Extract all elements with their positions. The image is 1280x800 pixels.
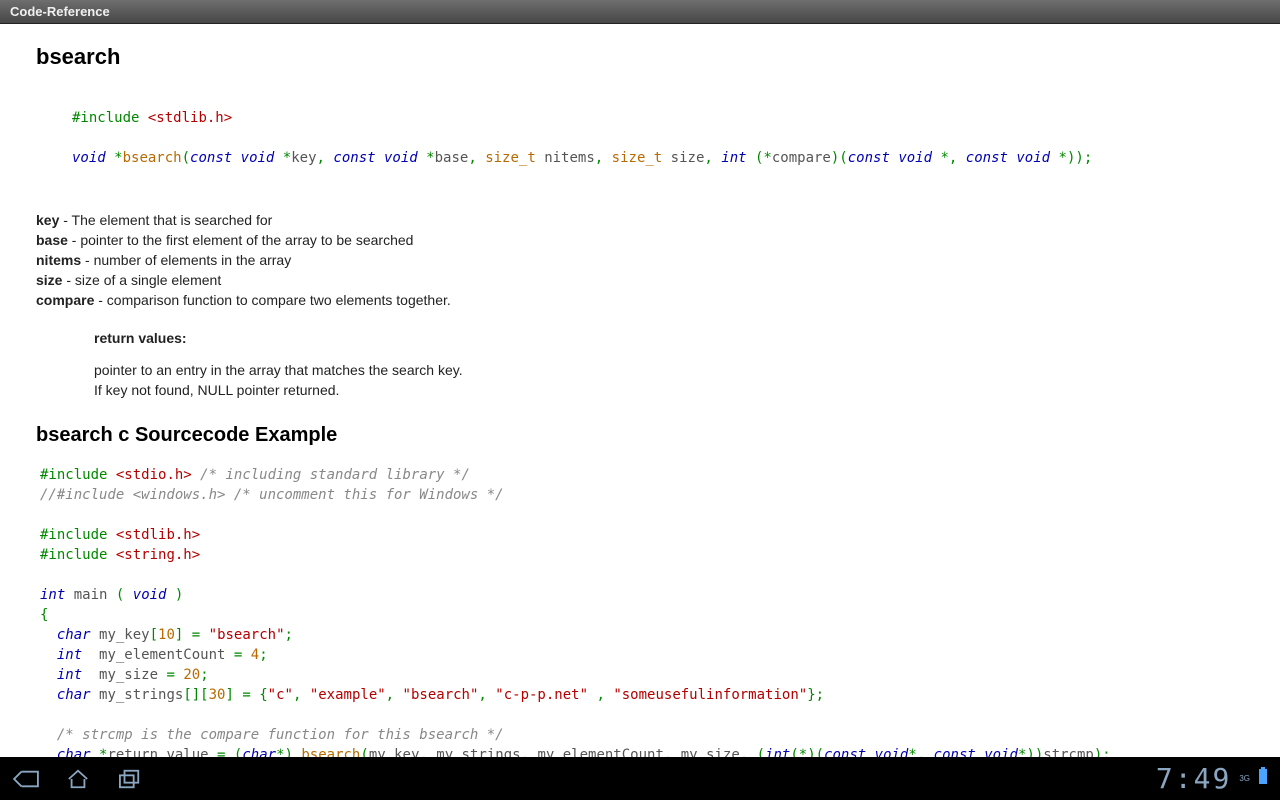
preproc: #include bbox=[72, 110, 139, 126]
home-icon[interactable] bbox=[64, 767, 92, 791]
return-values: return values: pointer to an entry in th… bbox=[36, 328, 1244, 400]
app-title: Code-Reference bbox=[10, 4, 110, 19]
signal-label: 3G bbox=[1239, 774, 1250, 783]
kw-void: void bbox=[72, 150, 106, 166]
clock: 7:49 bbox=[1156, 762, 1231, 795]
parameter-list: key - The element that is searched for b… bbox=[36, 210, 1244, 310]
fn-name: bsearch bbox=[123, 150, 182, 166]
param-row: nitems - number of elements in the array bbox=[36, 250, 1244, 270]
include-header: <stdlib.h> bbox=[148, 110, 232, 126]
status-area[interactable]: 7:49 3G bbox=[1156, 762, 1268, 795]
param-row: base - pointer to the first element of t… bbox=[36, 230, 1244, 250]
recent-apps-icon[interactable] bbox=[116, 767, 144, 791]
page-title: bsearch bbox=[36, 44, 1244, 70]
return-line: If key not found, NULL pointer returned. bbox=[94, 380, 1244, 400]
param-row: size - size of a single element bbox=[36, 270, 1244, 290]
example-code: #include <stdio.h> /* including standard… bbox=[40, 465, 1244, 757]
content-area[interactable]: bsearch #include <stdlib.h> void *bsearc… bbox=[0, 24, 1280, 757]
android-navbar: 7:49 3G bbox=[0, 757, 1280, 800]
example-heading: bsearch c Sourcecode Example bbox=[36, 424, 1244, 447]
function-signature: #include <stdlib.h> void *bsearch(const … bbox=[36, 88, 1244, 188]
param-row: key - The element that is searched for bbox=[36, 210, 1244, 230]
title-bar: Code-Reference bbox=[0, 0, 1280, 24]
back-icon[interactable] bbox=[12, 767, 40, 791]
return-line: pointer to an entry in the array that ma… bbox=[94, 360, 1244, 380]
battery-icon bbox=[1258, 767, 1268, 790]
return-header: return values: bbox=[94, 328, 1244, 348]
param-row: compare - comparison function to compare… bbox=[36, 290, 1244, 310]
